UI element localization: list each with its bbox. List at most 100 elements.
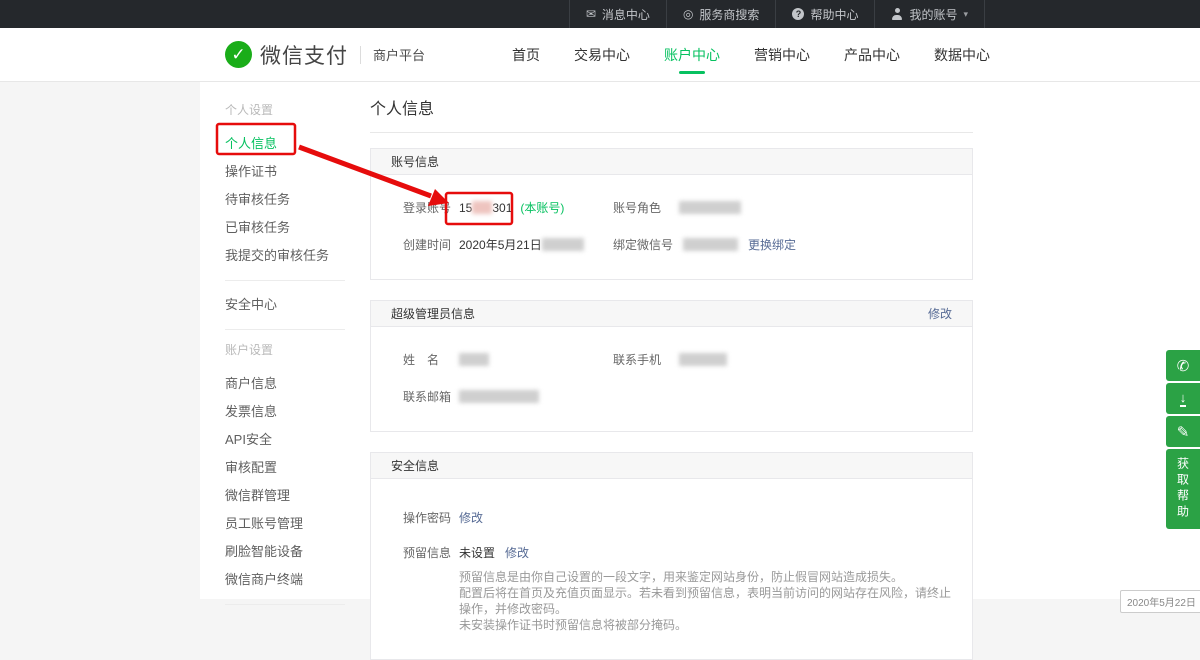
get-help-button[interactable]: 获取帮助 <box>1166 449 1200 529</box>
change-binding-link[interactable]: 更换绑定 <box>748 236 796 253</box>
panel-header: 超级管理员信息 修改 <box>371 301 972 327</box>
account-role-label: 账号角色 <box>613 199 669 216</box>
topbar-item-label: 我的账号 <box>909 6 957 23</box>
sidebar-item-staff-account-management[interactable]: 员工账号管理 <box>225 510 345 538</box>
nav-tab-account-center[interactable]: 账户中心 <box>664 45 720 65</box>
admin-name-label: 姓 名 <box>403 351 459 368</box>
nav-tab-product-center[interactable]: 产品中心 <box>844 45 900 65</box>
sidebar-item-security-center[interactable]: 安全中心 <box>225 291 345 319</box>
topbar-item-label: 服务商搜索 <box>699 6 759 23</box>
download-button[interactable]: ↓ <box>1166 383 1200 414</box>
feedback-button[interactable]: ✎ <box>1166 416 1200 447</box>
sidebar-divider <box>225 329 345 330</box>
reserved-info-label: 预留信息 <box>403 544 459 561</box>
sidebar-item-invoice-info[interactable]: 发票信息 <box>225 398 345 426</box>
contact-email-label: 联系邮箱 <box>403 388 459 405</box>
sidebar-item-my-submitted-review-tasks[interactable]: 我提交的审核任务 <box>225 242 345 270</box>
get-help-label: 获取帮助 <box>1175 457 1192 521</box>
panel-title: 安全信息 <box>391 453 439 478</box>
modify-admin-link[interactable]: 修改 <box>928 301 952 326</box>
modify-reserved-info-link[interactable]: 修改 <box>505 544 529 561</box>
portal-name: 商户平台 <box>373 45 425 64</box>
page-container: 个人设置 个人信息 操作证书 待审核任务 已审核任务 我提交的审核任务 安全中心… <box>200 82 1200 599</box>
sidebar-item-review-config[interactable]: 审核配置 <box>225 454 345 482</box>
created-time-label: 创建时间 <box>403 236 459 253</box>
brand-divider <box>360 46 361 64</box>
topbar-item-my-account[interactable]: 我的账号 ▾ <box>874 0 984 28</box>
panel-title: 超级管理员信息 <box>391 301 475 326</box>
nav-tab-marketing-center[interactable]: 营销中心 <box>754 45 810 65</box>
sidebar-item-operation-certificate[interactable]: 操作证书 <box>225 158 345 186</box>
main-content: 个人信息 账号信息 登录账号 15301 (本账号) 账号角色 <box>345 82 1200 599</box>
sidebar-item-reviewed-tasks[interactable]: 已审核任务 <box>225 214 345 242</box>
brand-name: 微信支付 <box>260 40 348 70</box>
search-icon: ◎ <box>683 8 693 20</box>
redacted-created-time <box>542 238 584 251</box>
wechat-pay-logo-icon: ✓ <box>225 41 252 68</box>
sidebar-item-merchant-info[interactable]: 商户信息 <box>225 370 345 398</box>
sidebar: 个人设置 个人信息 操作证书 待审核任务 已审核任务 我提交的审核任务 安全中心… <box>200 82 345 599</box>
sidebar-item-wechat-group-management[interactable]: 微信群管理 <box>225 482 345 510</box>
reserved-info-notes: 预留信息是由你自己设置的一段文字，用来鉴定网站身份，防止假冒网站造成损失。 配置… <box>459 569 952 633</box>
account-info-panel: 账号信息 登录账号 15301 (本账号) 账号角色 创建时间 <box>370 148 973 280</box>
created-time-value: 2020年5月21日 <box>459 236 542 253</box>
contact-phone-label: 联系手机 <box>613 351 669 368</box>
title-divider <box>370 132 973 133</box>
page-title: 个人信息 <box>370 100 1200 119</box>
reserved-info-value: 未设置 <box>459 544 495 561</box>
download-icon: ↓ <box>1180 391 1187 407</box>
redacted-contact-phone <box>679 353 727 366</box>
panel-header: 安全信息 <box>371 453 972 479</box>
operation-password-label: 操作密码 <box>403 509 459 526</box>
sidebar-divider <box>225 604 345 605</box>
sidebar-item-face-smart-device[interactable]: 刷脸智能设备 <box>225 538 345 566</box>
nav-tab-data-center[interactable]: 数据中心 <box>934 45 990 65</box>
redacted-wechat-id <box>683 238 738 251</box>
user-icon <box>891 8 903 20</box>
date-tooltip: 2020年5月22日 <box>1120 590 1200 613</box>
brand: ✓ 微信支付 商户平台 <box>225 28 425 81</box>
note-line: 配置后将在首页及充值页面显示。若未看到预留信息，表明当前访问的网站存在风险，请终… <box>459 585 952 617</box>
sidebar-divider <box>225 280 345 281</box>
sidebar-group-personal-settings: 个人设置 <box>225 100 345 120</box>
envelope-icon: ✉ <box>586 8 596 20</box>
nav-tab-home[interactable]: 首页 <box>512 45 540 65</box>
current-account-tag: (本账号) <box>520 199 564 216</box>
edit-icon: ✎ <box>1177 423 1190 441</box>
contact-phone-button[interactable]: ✆ <box>1166 350 1200 381</box>
floating-help-bar: ✆ ↓ ✎ 获取帮助 <box>1166 350 1200 529</box>
super-admin-panel: 超级管理员信息 修改 姓 名 联系手机 联系邮箱 <box>370 300 973 432</box>
topbar-item-label: 消息中心 <box>602 6 650 23</box>
sidebar-group-account-settings: 账户设置 <box>225 340 345 360</box>
login-account-value: 15301 <box>459 201 512 215</box>
security-info-panel: 安全信息 操作密码 修改 预留信息 未设置 修改 预留信息是由你自己设置的一段文… <box>370 452 973 660</box>
topbar-item-help-center[interactable]: ? 帮助中心 <box>775 0 874 28</box>
redacted-account-role <box>679 201 741 214</box>
panel-header: 账号信息 <box>371 149 972 175</box>
site-header: ✓ 微信支付 商户平台 首页 交易中心 账户中心 营销中心 产品中心 数据中心 <box>0 28 1200 82</box>
chevron-down-icon: ▾ <box>963 9 968 20</box>
topbar-item-service-provider-search[interactable]: ◎ 服务商搜索 <box>666 0 776 28</box>
phone-icon: ✆ <box>1177 357 1190 375</box>
primary-nav: 首页 交易中心 账户中心 营销中心 产品中心 数据中心 <box>512 28 990 81</box>
nav-tab-transaction-center[interactable]: 交易中心 <box>574 45 630 65</box>
bound-wechat-label: 绑定微信号 <box>613 236 673 253</box>
sidebar-item-pending-review-tasks[interactable]: 待审核任务 <box>225 186 345 214</box>
topbar-menu: ✉ 消息中心 ◎ 服务商搜索 ? 帮助中心 我的账号 ▾ <box>569 0 985 28</box>
sidebar-item-personal-info[interactable]: 个人信息 <box>225 130 345 158</box>
modify-password-link[interactable]: 修改 <box>459 509 483 526</box>
note-line: 预留信息是由你自己设置的一段文字，用来鉴定网站身份，防止假冒网站造成损失。 <box>459 569 952 585</box>
topbar-item-message-center[interactable]: ✉ 消息中心 <box>569 0 666 28</box>
login-account-label: 登录账号 <box>403 199 459 216</box>
check-glyph: ✓ <box>231 46 245 63</box>
note-line: 未安装操作证书时预留信息将被部分掩码。 <box>459 617 952 633</box>
redacted-login-middle <box>472 201 492 214</box>
topbar-item-label: 帮助中心 <box>810 6 858 23</box>
topbar: ✉ 消息中心 ◎ 服务商搜索 ? 帮助中心 我的账号 ▾ <box>0 0 1200 28</box>
panel-title: 账号信息 <box>391 149 439 174</box>
sidebar-item-api-security[interactable]: API安全 <box>225 426 345 454</box>
redacted-contact-email <box>459 390 539 403</box>
question-icon: ? <box>792 8 804 20</box>
redacted-admin-name <box>459 353 489 366</box>
sidebar-item-wechat-merchant-terminal[interactable]: 微信商户终端 <box>225 566 345 594</box>
